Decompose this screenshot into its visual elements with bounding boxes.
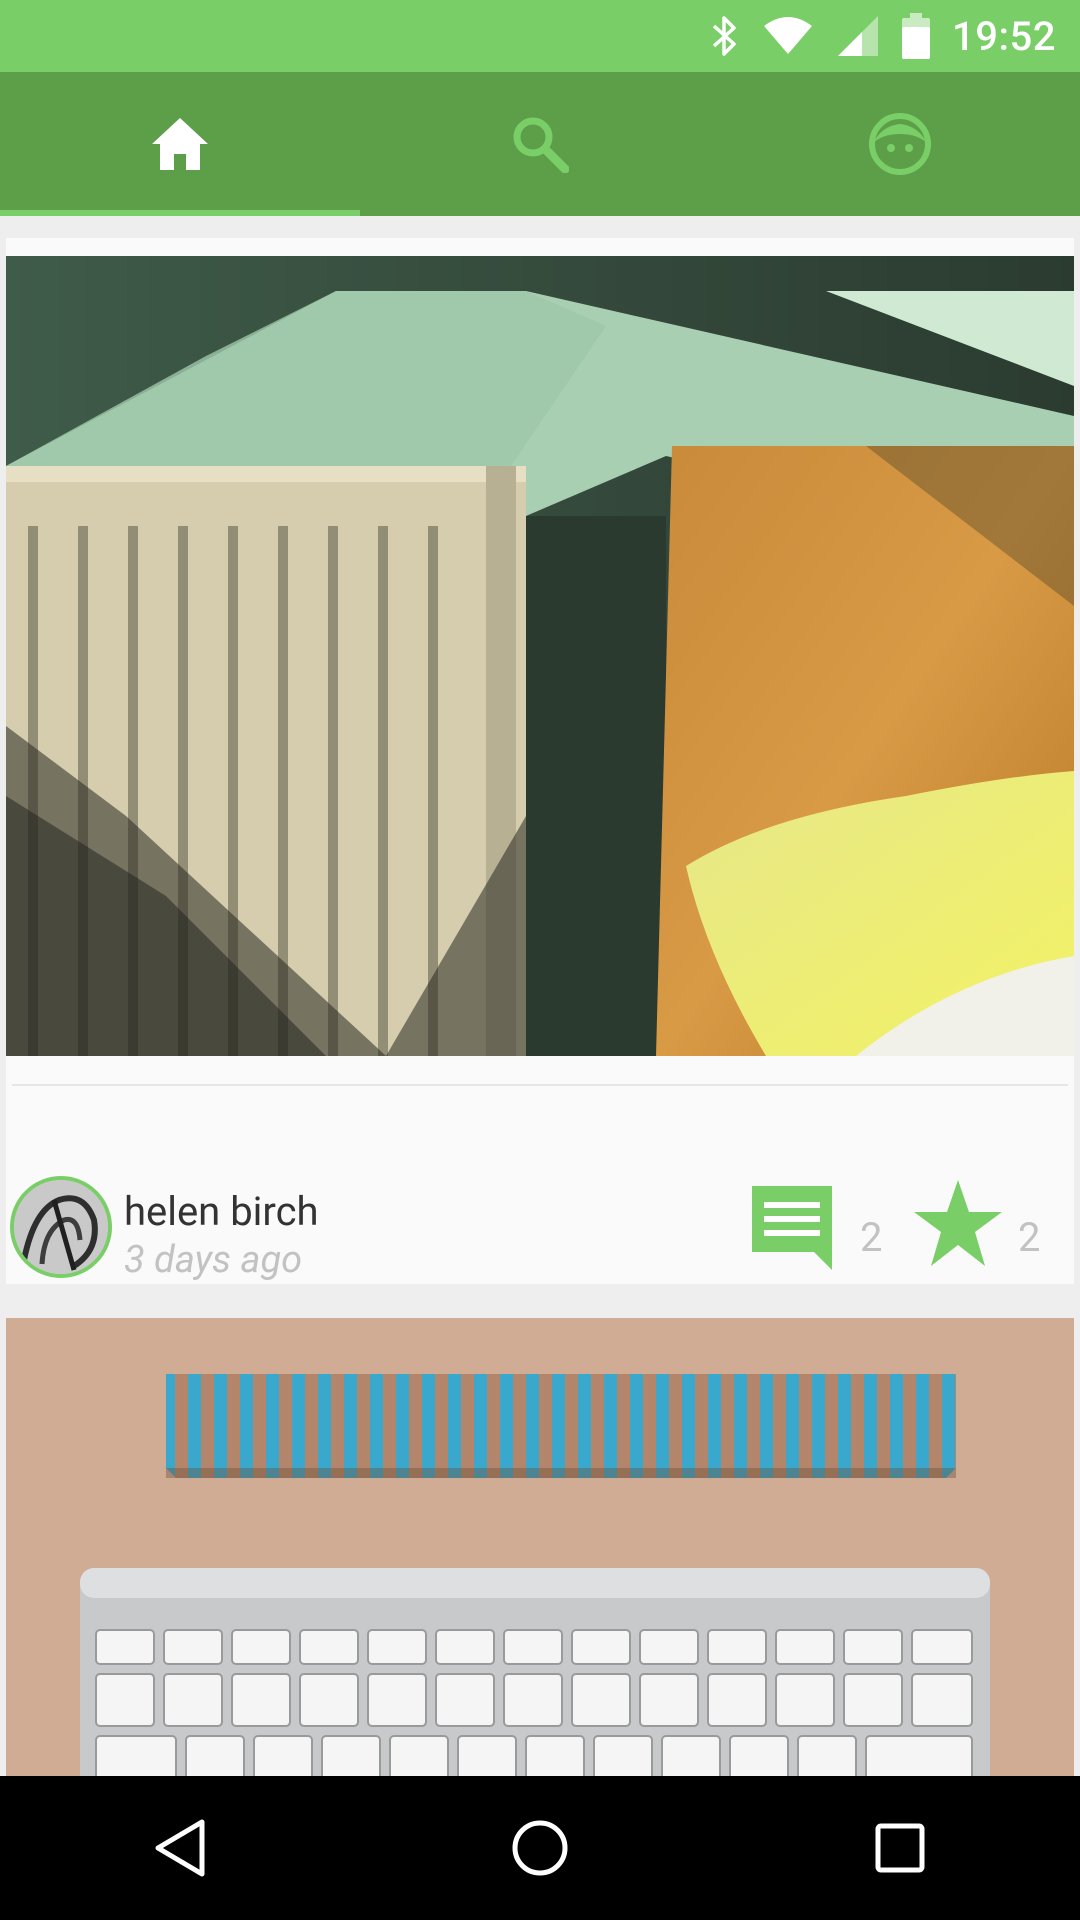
star-icon — [914, 1180, 1002, 1266]
status-bar: 19:52 — [0, 0, 1080, 72]
avatar[interactable] — [10, 1176, 112, 1278]
star-button[interactable] — [912, 1178, 1004, 1272]
battery-icon — [902, 13, 931, 59]
post-meta: helen birch 3 days ago 2 2 — [6, 1176, 1074, 1286]
home-circle-icon — [512, 1820, 568, 1876]
search-icon — [511, 115, 569, 173]
bluetooth-icon — [710, 14, 740, 58]
author-name[interactable]: helen birch — [124, 1188, 319, 1235]
post-photo[interactable] — [6, 1318, 1074, 1776]
home-icon — [150, 116, 210, 172]
comment-count: 2 — [860, 1214, 883, 1261]
post-time: 3 days ago — [124, 1238, 303, 1282]
face-icon — [868, 112, 932, 176]
post-card — [6, 1318, 1074, 1776]
back-button[interactable] — [120, 1788, 240, 1908]
signal-icon — [836, 14, 880, 58]
photo-feed[interactable]: helen birch 3 days ago 2 2 — [0, 216, 1080, 1776]
tab-search[interactable] — [360, 72, 720, 216]
tab-profile[interactable] — [720, 72, 1080, 216]
recents-button[interactable] — [840, 1788, 960, 1908]
home-button[interactable] — [480, 1788, 600, 1908]
post-card: helen birch 3 days ago 2 2 — [6, 238, 1074, 1284]
post-photo[interactable] — [6, 256, 1074, 1056]
system-nav-bar — [0, 1776, 1080, 1920]
back-icon — [155, 1819, 205, 1877]
comment-icon — [752, 1186, 832, 1270]
tab-home[interactable] — [0, 72, 360, 216]
star-count: 2 — [1018, 1214, 1041, 1261]
tab-bar — [0, 72, 1080, 216]
wifi-icon — [762, 16, 814, 56]
comments-button[interactable] — [748, 1182, 836, 1278]
clock: 19:52 — [952, 12, 1056, 60]
recents-icon — [875, 1823, 925, 1873]
